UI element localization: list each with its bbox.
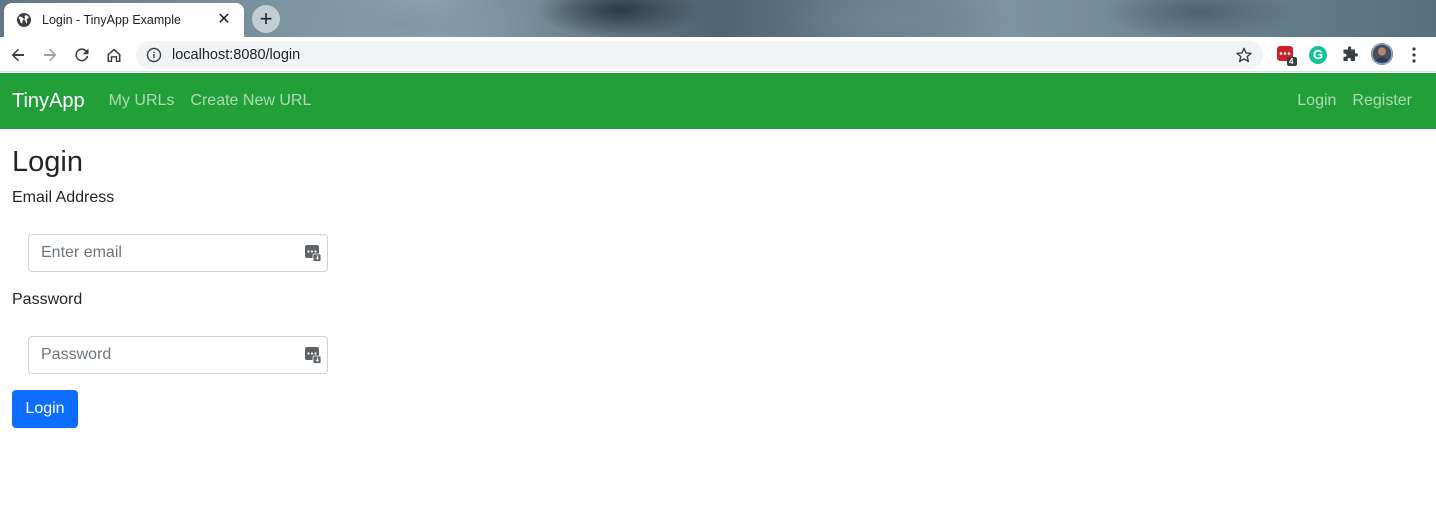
password-manager-icon[interactable] — [304, 244, 322, 262]
navbar: TinyApp My URLs Create New URL Login Reg… — [0, 73, 1436, 129]
reload-icon — [75, 48, 89, 62]
new-tab-button[interactable]: + — [252, 5, 280, 33]
password-field[interactable] — [28, 336, 328, 374]
navbar-right: Login Register — [1281, 92, 1424, 110]
close-icon[interactable]: ✕ — [216, 12, 232, 28]
arrow-right-icon — [44, 48, 57, 62]
star-icon[interactable] — [1235, 46, 1253, 64]
profile-avatar[interactable] — [1371, 43, 1393, 65]
nav-link-register[interactable]: Register — [1352, 92, 1412, 110]
nav-link-my-urls[interactable]: My URLs — [109, 92, 175, 110]
kebab-menu-icon[interactable] — [1404, 45, 1424, 65]
nav-link-create-new-url[interactable]: Create New URL — [190, 92, 311, 110]
plus-icon: + — [259, 6, 273, 31]
extension-badge: 4 — [1289, 57, 1294, 66]
arrow-left-icon — [11, 48, 24, 62]
nav-link-login[interactable]: Login — [1297, 92, 1336, 110]
info-icon[interactable] — [146, 47, 162, 63]
home-icon — [107, 48, 121, 62]
tab-title: Login - TinyApp Example — [42, 13, 181, 27]
globe-icon — [16, 12, 32, 28]
browser-toolbar: localhost:8080/login 4 G — [0, 37, 1436, 72]
back-button[interactable] — [6, 43, 30, 67]
forward-button[interactable] — [38, 43, 62, 67]
password-manager-icon[interactable] — [304, 346, 322, 364]
url-text: localhost:8080/login — [172, 47, 301, 63]
extensions-puzzle-icon[interactable] — [1340, 45, 1360, 65]
browser-tab[interactable]: Login - TinyApp Example ✕ — [4, 3, 244, 37]
page-title: Login — [12, 146, 83, 178]
login-button[interactable]: Login — [12, 390, 78, 428]
extension-lastpass-icon[interactable]: 4 — [1276, 45, 1297, 66]
grammarly-letter: G — [1313, 47, 1324, 62]
address-bar[interactable]: localhost:8080/login — [136, 41, 1263, 69]
browser-tabstrip: Login - TinyApp Example ✕ + — [0, 0, 1436, 37]
extension-grammarly-icon[interactable]: G — [1308, 45, 1328, 65]
password-label: Password — [12, 291, 83, 308]
email-field[interactable] — [28, 234, 328, 272]
email-label: Email Address — [12, 189, 115, 206]
reload-button[interactable] — [70, 43, 94, 67]
home-button[interactable] — [102, 43, 126, 67]
navbar-brand[interactable]: TinyApp — [12, 90, 85, 113]
